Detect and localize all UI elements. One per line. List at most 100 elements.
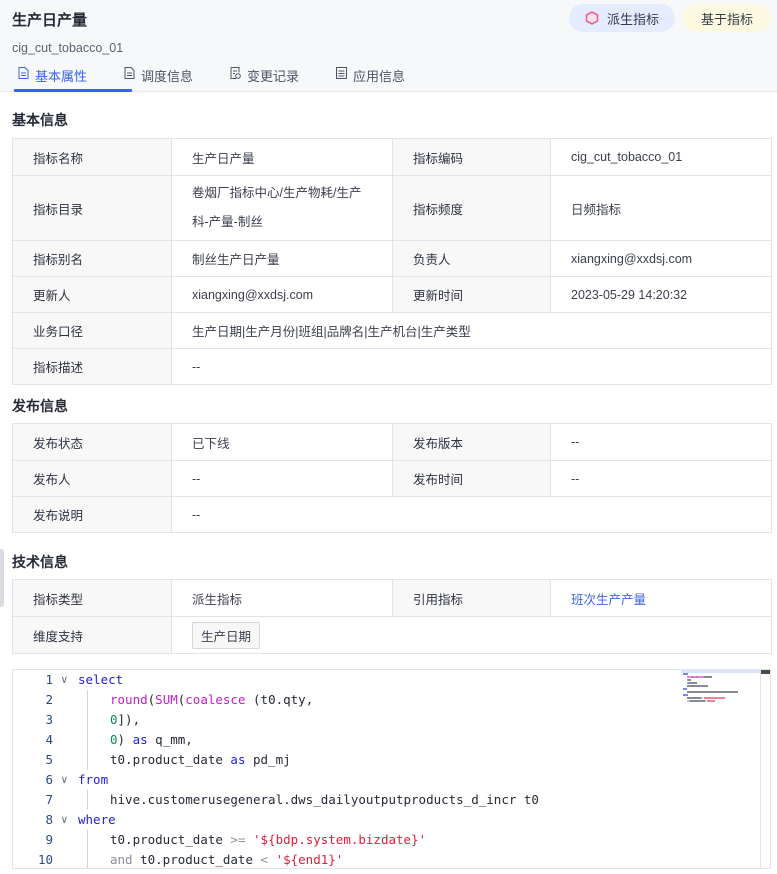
table-row: 发布人 -- 发布时间 -- — [12, 460, 772, 497]
indent-guide — [87, 850, 88, 868]
fold-chevron-icon[interactable]: ∨ — [61, 670, 73, 690]
code-text: t0.product_date as pd_mj — [110, 750, 291, 770]
code-token-str: '${bdp.system.bizdate}' — [253, 832, 427, 847]
field-value: 生产日产量 — [171, 138, 393, 176]
minimap-line — [692, 682, 697, 684]
field-value: 制丝生产日产量 — [171, 240, 393, 277]
code-minimap[interactable] — [681, 670, 761, 868]
field-value: -- — [171, 460, 393, 497]
code-line[interactable]: 3 0]), — [13, 710, 770, 730]
editor-vertical-scrollbar[interactable] — [760, 670, 770, 868]
code-line[interactable]: 7 hive.customerusegeneral.dws_dailyoutput… — [13, 790, 770, 810]
line-number: 2 — [45, 692, 53, 707]
hexagon-icon — [585, 11, 599, 25]
indent-guide — [87, 690, 88, 710]
code-text: and t0.product_date < '${end1}' — [110, 850, 344, 868]
record-icon — [230, 67, 241, 79]
code-text: round(SUM(coalesce (t0.qty, — [110, 690, 313, 710]
code-token-plain: t0.product_date — [132, 852, 261, 867]
tab-change-log[interactable]: 变更记录 — [230, 62, 336, 92]
indent-guide — [87, 710, 88, 730]
minimap-line — [683, 673, 688, 675]
code-token-fn: round — [110, 692, 148, 707]
table-row: 指标类型 派生指标 引用指标 班次生产产量 — [12, 579, 772, 617]
line-number: 9 — [45, 832, 53, 847]
tech-info-title: 技术信息 — [12, 554, 68, 570]
code-line[interactable]: 8 ∨ where — [13, 810, 770, 830]
list-icon — [336, 67, 347, 79]
scrollbar-thumb[interactable] — [761, 670, 770, 674]
code-text: t0.product_date >= '${bdp.system.bizdate… — [110, 830, 426, 850]
tech-info-table: 指标类型 派生指标 引用指标 班次生产产量 维度支持 生产日期 — [12, 579, 772, 654]
side-panel-handle[interactable] — [0, 549, 4, 607]
code-token-plain: t0.product_date — [110, 832, 231, 847]
table-row: 指标目录 卷烟厂指标中心/生产物耗/生产 科-产量-制丝 指标频度 日频指标 — [12, 175, 772, 241]
publish-info-title: 发布信息 — [12, 398, 68, 414]
referenced-metric-link-text[interactable]: 班次生产产量 — [571, 593, 646, 607]
minimap-line — [697, 676, 704, 678]
code-token-str: '${end1}' — [275, 852, 344, 867]
tab-label: 变更记录 — [247, 69, 300, 84]
field-value: 卷烟厂指标中心/生产物耗/生产 科-产量-制丝 — [171, 175, 393, 241]
tab-schedule-info[interactable]: 调度信息 — [124, 62, 230, 92]
code-token-num: 0 — [110, 732, 118, 747]
field-label: 指标描述 — [12, 348, 172, 385]
fold-chevron-icon[interactable]: ∨ — [61, 810, 73, 830]
code-line[interactable]: 5 t0.product_date as pd_mj — [13, 750, 770, 770]
page-header: 生产日产量 cig_cut_tobacco_01 派生指标 基于指标 基本属性 … — [0, 0, 777, 92]
line-number: 3 — [45, 712, 53, 727]
table-row: 更新人 xiangxing@xxdsj.com 更新时间 2023-05-29 … — [12, 276, 772, 313]
field-label: 指标编码 — [392, 138, 551, 176]
basic-info-title: 基本信息 — [12, 112, 68, 128]
indent-guide — [87, 830, 88, 850]
code-line[interactable]: 4 0) as q_mm, — [13, 730, 770, 750]
field-value: xiangxing@xxdsj.com — [171, 276, 393, 313]
field-label: 更新人 — [12, 276, 172, 313]
code-text: 0]), — [110, 710, 140, 730]
tab-application-info[interactable]: 应用信息 — [336, 62, 405, 92]
tab-basic-attributes[interactable]: 基本属性 — [14, 62, 132, 92]
field-label: 引用指标 — [392, 579, 551, 617]
field-value: 已下线 — [171, 423, 393, 461]
minimap-line — [687, 691, 738, 693]
table-row: 指标名称 生产日产量 指标编码 cig_cut_tobacco_01 — [12, 138, 772, 176]
publish-info-table: 发布状态 已下线 发布版本 -- 发布人 -- 发布时间 -- 发布说明 -- — [12, 423, 772, 533]
minimap-line — [688, 679, 691, 681]
field-value-line: 卷烟厂指标中心/生产物耗/生产 — [192, 186, 362, 200]
based-on-metric-badge[interactable]: 基于指标 — [683, 4, 771, 32]
table-row: 发布状态 已下线 发布版本 -- — [12, 423, 772, 461]
code-line[interactable]: 6 ∨ from — [13, 770, 770, 790]
derived-metric-label: 派生指标 — [606, 11, 659, 27]
code-token-num: 0 — [110, 712, 118, 727]
code-line[interactable]: 2 round(SUM(coalesce (t0.qty, — [13, 690, 770, 710]
code-token-plain: pd_mj — [245, 752, 291, 767]
tab-bar: 基本属性 调度信息 变更记录 应用信息 — [12, 62, 405, 92]
code-line[interactable]: 1 ∨ select — [13, 670, 770, 690]
code-text: 0) as q_mm, — [110, 730, 193, 750]
code-line[interactable]: 9 t0.product_date >= '${bdp.system.bizdat… — [13, 830, 770, 850]
minimap-line — [701, 697, 703, 699]
line-number: 1 — [45, 672, 53, 687]
document-icon — [18, 67, 29, 79]
line-number: 7 — [45, 792, 53, 807]
dimension-tags: 生产日期 — [171, 616, 772, 654]
field-value: 2023-05-29 14:20:32 — [550, 276, 772, 313]
code-text: select — [78, 670, 123, 690]
fold-chevron-icon[interactable]: ∨ — [61, 770, 73, 790]
code-token-op: < — [260, 852, 269, 867]
sql-code-editor[interactable]: 1 ∨ select 2 round(SUM(coalesce (t0.qty, 3 0])… — [12, 669, 771, 869]
code-token-kw: select — [78, 672, 124, 687]
code-line[interactable]: 10 and t0.product_date < '${end1}' — [13, 850, 770, 868]
line-number: 10 — [37, 852, 53, 867]
derived-metric-badge[interactable]: 派生指标 — [569, 4, 675, 32]
field-value: cig_cut_tobacco_01 — [550, 138, 772, 176]
referenced-metric-link[interactable]: 班次生产产量 — [550, 579, 772, 617]
field-label: 指标目录 — [12, 175, 172, 241]
indent-guide — [87, 790, 88, 810]
minimap-line — [683, 688, 687, 690]
minimap-line — [683, 694, 688, 696]
field-value: -- — [550, 460, 772, 497]
tab-label: 调度信息 — [141, 69, 194, 84]
minimap-line — [687, 697, 701, 699]
